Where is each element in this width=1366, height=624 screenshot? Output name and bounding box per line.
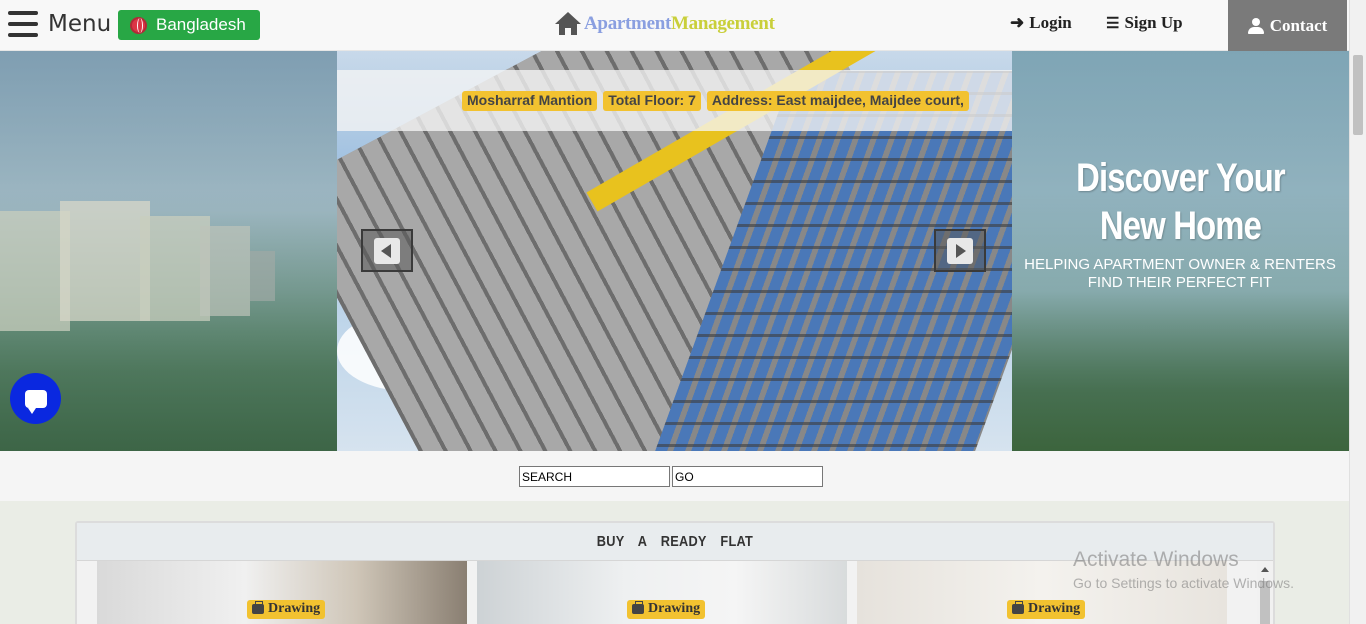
chat-button[interactable] [10,373,61,424]
hero-background-right [1012,51,1349,451]
briefcase-icon [632,601,644,614]
country-label: Bangladesh [156,15,246,34]
page-scroll-thumb[interactable] [1353,55,1363,135]
hero-subtitle: HELPING APARTMENT OWNER & RENTERS FIND T… [1024,256,1336,291]
go-input[interactable] [672,466,823,487]
caret-right-icon [947,237,973,264]
login-link[interactable]: ➜ Login [1010,13,1072,33]
briefcase-icon [1012,601,1024,614]
contact-button[interactable]: Contact [1228,0,1347,51]
signup-link[interactable]: ☰ Sign Up [1106,13,1183,33]
flat-card[interactable]: Drawing [857,561,1227,624]
briefcase-icon [252,601,264,614]
panel-scroll-thumb[interactable] [1260,581,1270,624]
chat-icon [24,389,47,414]
content-area: BUY A READY FLAT Drawing Drawing Drawing [0,501,1349,624]
image-carousel[interactable]: Mosharraf Mantion Total Floor: 7 Address… [337,51,1012,451]
hero-title: Discover Your New Home [1076,156,1286,248]
menu-label: Menu [48,11,112,37]
brand-logo[interactable]: ApartmentManagement [555,12,775,36]
total-floor-badge: Total Floor: 7 [603,91,701,111]
flat-card[interactable]: Drawing [477,561,847,624]
home-icon [555,12,581,36]
property-name-badge: Mosharraf Mantion [462,91,598,111]
list-check-icon: ☰ [1106,15,1120,32]
section-title: BUY A READY FLAT [596,533,754,550]
panel-header: BUY A READY FLAT [77,523,1273,561]
address-badge: Address: East maijdee, Maijdee court, [706,91,969,111]
hamburger-icon [8,11,38,37]
search-bar [0,451,1349,501]
signup-label: Sign Up [1124,13,1183,32]
country-selector-button[interactable]: Bangladesh [118,10,260,40]
carousel-next-button[interactable] [934,229,986,272]
scroll-up-icon[interactable] [1261,567,1269,572]
drawing-tag[interactable]: Drawing [247,600,326,619]
drawing-tag[interactable]: Drawing [627,600,706,619]
menu-button[interactable]: Menu [8,11,111,37]
drawing-tag[interactable]: Drawing [1007,600,1086,619]
user-icon [1247,17,1264,34]
sign-in-icon: ➜ [1010,13,1025,32]
property-info-badges: Mosharraf Mantion Total Floor: 7 Address… [462,91,969,111]
contact-label: Contact [1269,15,1328,35]
page-scrollbar[interactable] [1349,0,1366,624]
panel-scrollbar[interactable] [1257,561,1273,624]
search-input[interactable] [519,466,670,487]
flat-cards: Drawing Drawing Drawing [97,561,1237,624]
top-navbar: Menu Bangladesh ApartmentManagement ➜ Lo… [0,0,1349,51]
login-label: Login [1029,13,1072,32]
carousel-prev-button[interactable] [361,229,413,272]
flat-card[interactable]: Drawing [97,561,467,624]
globe-icon [130,16,147,34]
brand-name: ApartmentManagement [584,13,775,34]
hero-banner: Mosharraf Mantion Total Floor: 7 Address… [0,51,1349,451]
caret-left-icon [374,237,400,264]
ready-flat-panel: BUY A READY FLAT Drawing Drawing Drawing [75,521,1275,624]
